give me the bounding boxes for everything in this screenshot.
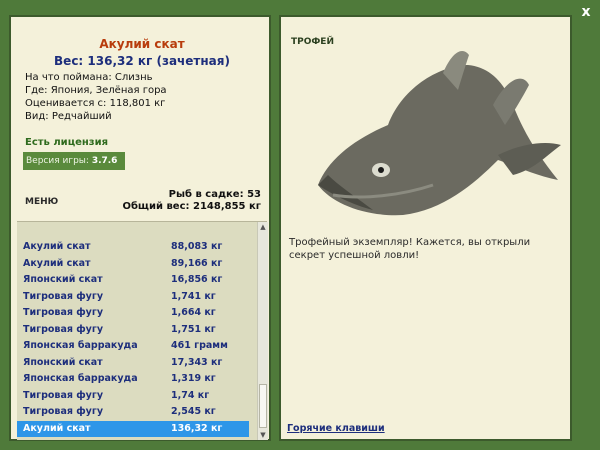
version-value: 3.7.6 [91,156,118,166]
list-item-name: Японский скат [23,356,103,368]
list-item[interactable]: Японский скат 17,343 кг [17,355,249,371]
list-item[interactable]: Тигровая фугу 1,74 кг [17,388,249,404]
list-item[interactable]: Японский скат 16,856 кг [17,272,249,288]
list-item[interactable]: Тигровая фугу 1,741 кг [17,289,249,305]
list-item[interactable]: Тигровая фугу 1,751 кг [17,322,249,338]
catch-list[interactable]: Акулий скат 88,083 кг Акулий скат 89,166 кг… [17,221,268,440]
list-item-weight: 1,319 кг [171,373,216,384]
scroll-up-icon[interactable]: ▲ [259,223,267,231]
total-weight: Общий вес: 2148,855 кг [122,201,261,212]
list-item-weight: 136,32 кг [171,422,223,434]
list-item-weight: 1,664 кг [171,307,216,318]
list-item-weight: 461 грамм [171,340,228,351]
hotkeys-link[interactable]: Горячие клавиши [287,423,385,434]
fish-weight: Вес: 136,32 кг (зачетная) [54,54,230,68]
list-item[interactable]: Японская барракуда 461 грамм [17,338,249,354]
keepnet-stats: Рыб в садке: 53 Общий вес: 2148,855 кг [122,189,261,213]
list-item-name: Японский скат [23,274,103,285]
version-badge: Версия игры: 3.7.6 [23,152,125,170]
rarity-info: Вид: Редчайший [25,111,112,122]
list-item[interactable]: Тигровая фугу 2,545 кг [17,404,249,420]
list-item-name: Акулий скат [23,422,91,434]
scroll-thumb[interactable] [259,384,267,428]
list-item-weight: 1,741 кг [171,290,216,302]
fish-count: Рыб в садке: 53 [168,189,261,200]
catch-info-panel: Акулий скат Вес: 136,32 кг (зачетная) На… [9,15,271,441]
scroll-down-icon[interactable]: ▼ [259,431,267,439]
list-item[interactable]: Акулий скат 136,32 кг [17,420,249,437]
close-button[interactable]: x [578,4,594,20]
list-item-name: Японская барракуда [23,340,138,351]
list-item-name: Тигровая фугу [23,389,104,401]
list-item-name: Тигровая фугу [23,307,104,318]
bait-info: На что поймана: Слизнь [25,72,153,83]
list-item-name: Акулий скат [23,241,91,252]
list-item-weight: 16,856 кг [171,274,223,285]
list-scrollbar[interactable]: ▲ ▼ [257,222,268,440]
list-item[interactable]: Японская барракуда 1,319 кг [17,371,249,387]
list-item-weight: 88,083 кг [171,241,223,252]
list-item[interactable]: Акулий скат 89,166 кг [17,256,249,272]
list-item-name: Тигровая фугу [23,290,104,302]
list-item-name: Японская барракуда [23,373,138,384]
list-item-weight: 1,74 кг [171,389,210,401]
list-item-weight: 2,545 кг [171,406,216,417]
license-status: Есть лицензия [25,137,109,148]
menu-button[interactable]: МЕНЮ [25,197,58,207]
location-info: Где: Япония, Зелёная гора [25,85,167,96]
list-item-weight: 1,751 кг [171,323,216,335]
list-item[interactable]: Акулий скат 88,083 кг [17,239,249,255]
trophy-panel: ТРОФЕЙ Трофейный экземпляр! Кажется, вы … [279,15,572,441]
fish-image [318,50,561,216]
list-item-name: Тигровая фугу [23,323,104,335]
version-label: Версия игры: [26,156,89,166]
value-info: Оценивается с: 118,801 кг [25,98,166,109]
list-item-weight: 89,166 кг [171,257,223,269]
list-item-weight: 17,343 кг [171,356,223,368]
trophy-description: Трофейный экземпляр! Кажется, вы открыли… [289,237,531,261]
list-item[interactable]: Тигровая фугу 1,664 кг [17,305,249,321]
list-item-name: Тигровая фугу [23,406,104,417]
list-item-name: Акулий скат [23,257,91,269]
fish-name: Акулий скат [99,37,185,51]
